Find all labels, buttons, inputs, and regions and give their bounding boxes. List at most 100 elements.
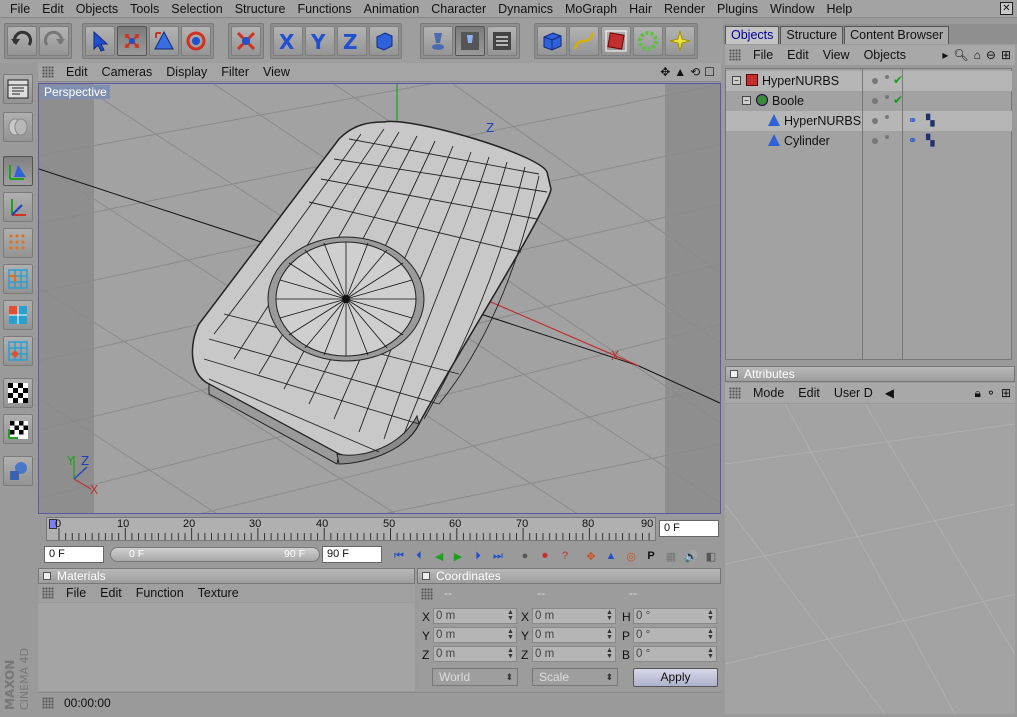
materials-list[interactable] xyxy=(38,603,415,691)
attributes-menu-edit[interactable]: Edit xyxy=(792,386,828,400)
materials-menu-texture[interactable]: Texture xyxy=(192,586,247,600)
menu-edit[interactable]: Edit xyxy=(36,0,70,18)
object-menu-view[interactable]: View xyxy=(817,48,858,62)
z-axis-lock-button[interactable]: Z xyxy=(337,26,367,56)
editor-visibility-dot[interactable] xyxy=(872,118,878,124)
end-frame-field[interactable]: 90 F xyxy=(322,546,382,563)
current-frame-field[interactable]: 0 F xyxy=(659,520,719,537)
rot-p-field[interactable]: 0 ° ▲ ▼ xyxy=(633,627,717,643)
home-icon[interactable]: ⌂ xyxy=(974,48,981,62)
menu-animation[interactable]: Animation xyxy=(358,0,426,18)
object-list[interactable]: − HyperNURBS ✔ − Boole ✔ HyperNURBS ⚭ ▚ … xyxy=(725,68,1012,360)
undo-button[interactable] xyxy=(7,26,37,56)
polygons-mode-button[interactable] xyxy=(3,300,33,330)
new-window-icon[interactable]: ⊞ xyxy=(1001,386,1011,401)
back-arrow-icon[interactable]: ◀ xyxy=(885,386,894,400)
spin-arrows-icon[interactable]: ▲ ▼ xyxy=(707,609,715,622)
spin-arrows-icon[interactable]: ▲ ▼ xyxy=(606,609,614,622)
live-selection-button[interactable] xyxy=(231,26,261,56)
point-level-icon[interactable]: ▦ xyxy=(662,548,680,564)
menu-selection[interactable]: Selection xyxy=(165,0,228,18)
menu-help[interactable]: Help xyxy=(821,0,859,18)
apply-button[interactable]: Apply xyxy=(633,668,718,687)
rotate-tool-button[interactable] xyxy=(181,26,211,56)
menu-window[interactable]: Window xyxy=(764,0,820,18)
materials-menu-file[interactable]: File xyxy=(60,586,94,600)
materials-collapse-icon[interactable] xyxy=(43,572,51,580)
menu-hair[interactable]: Hair xyxy=(623,0,658,18)
texture-tag-icon[interactable]: ▚ xyxy=(926,114,934,127)
object-menu-edit[interactable]: Edit xyxy=(781,48,817,62)
materials-grip-icon[interactable] xyxy=(42,587,54,599)
spin-arrows-icon[interactable]: ▲ ▼ xyxy=(707,647,715,660)
pos-y-field[interactable]: 0 m ▲ ▼ xyxy=(433,627,517,643)
redo-button[interactable] xyxy=(39,26,69,56)
editor-visibility-dot[interactable] xyxy=(872,78,878,84)
nurbs-button[interactable] xyxy=(601,26,631,56)
coordinate-system-button[interactable] xyxy=(369,26,399,56)
materials-menu-edit[interactable]: Edit xyxy=(94,586,130,600)
attributes-body[interactable] xyxy=(725,404,1015,714)
size-y-field[interactable]: 0 m ▲ ▼ xyxy=(532,627,616,643)
rotation-key-icon[interactable]: ◎ xyxy=(622,548,640,564)
play-icon[interactable]: ▶ xyxy=(449,548,467,564)
orbit-icon[interactable]: ⟲ xyxy=(690,65,700,79)
render-settings-button[interactable] xyxy=(487,26,517,56)
model-mode-button[interactable] xyxy=(3,192,33,222)
object-menu-file[interactable]: File xyxy=(747,48,781,62)
use-model-tool-button[interactable] xyxy=(3,74,33,104)
chain-icon[interactable]: ⚬ xyxy=(986,386,996,401)
menu-functions[interactable]: Functions xyxy=(291,0,357,18)
x-axis-lock-button[interactable]: X xyxy=(273,26,303,56)
render-view-button[interactable] xyxy=(423,26,453,56)
menu-file[interactable]: File xyxy=(4,0,36,18)
new-window-icon[interactable]: ⊞ xyxy=(1001,48,1011,62)
editor-visibility-dot[interactable] xyxy=(872,138,878,144)
start-frame-field[interactable]: 0 F xyxy=(44,546,104,563)
viewport-menu-view[interactable]: View xyxy=(257,65,298,79)
more-arrow-icon[interactable]: ▸ xyxy=(942,48,948,62)
spin-arrows-icon[interactable]: ▲ ▼ xyxy=(507,609,515,622)
autokey-icon[interactable]: ⏺ xyxy=(536,548,554,564)
render-visibility-dot[interactable] xyxy=(885,95,889,99)
previous-key-icon[interactable]: ⏴ xyxy=(410,548,428,564)
spin-arrows-icon[interactable]: ▲ ▼ xyxy=(507,647,515,660)
attributes-grip-icon[interactable] xyxy=(729,387,741,399)
editor-visibility-dot[interactable] xyxy=(872,98,878,104)
attributes-menu-user-data[interactable]: User D xyxy=(828,386,881,400)
render-visibility-dot[interactable] xyxy=(885,115,889,119)
column-divider[interactable] xyxy=(862,68,863,360)
viewport-menu-edit[interactable]: Edit xyxy=(60,65,96,79)
spin-arrows-icon[interactable]: ▲ ▼ xyxy=(606,628,614,641)
scale-key-icon[interactable]: ▲ xyxy=(602,548,620,564)
render-visibility-dot[interactable] xyxy=(885,75,889,79)
render-visibility-dot[interactable] xyxy=(885,135,889,139)
object-row-cylinder[interactable]: Cylinder ⚭ ▚ xyxy=(726,131,1012,151)
size-z-field[interactable]: 0 m ▲ ▼ xyxy=(532,646,616,662)
menu-render[interactable]: Render xyxy=(658,0,711,18)
rot-b-field[interactable]: 0 ° ▲ ▼ xyxy=(633,646,717,662)
object-menu-objects[interactable]: Objects xyxy=(858,48,914,62)
size-x-field[interactable]: 0 m ▲ ▼ xyxy=(532,608,616,624)
coordinates-grip-icon[interactable] xyxy=(421,588,433,600)
materials-menu-function[interactable]: Function xyxy=(130,586,192,600)
object-row-hypernurbs[interactable]: − HyperNURBS ✔ xyxy=(726,71,1012,91)
maximize-icon[interactable]: ☐ xyxy=(704,65,715,79)
keyframe-selection-icon[interactable]: ? xyxy=(556,548,574,564)
rot-h-field[interactable]: 0 ° ▲ ▼ xyxy=(633,608,717,624)
go-to-start-icon[interactable]: ⏮ xyxy=(390,548,408,564)
menu-plugins[interactable]: Plugins xyxy=(711,0,764,18)
perspective-viewport[interactable]: X Z Y Z X Perspective xyxy=(38,83,721,514)
phong-tag-icon[interactable]: ⚭ xyxy=(908,134,917,147)
go-to-end-icon[interactable]: ⏭ xyxy=(489,548,507,564)
menu-tools[interactable]: Tools xyxy=(124,0,165,18)
tab-content-browser[interactable]: Content Browser xyxy=(844,26,950,44)
timeline-settings-icon[interactable]: ◧ xyxy=(702,548,720,564)
column-divider[interactable] xyxy=(902,68,903,360)
scale-tool-button[interactable] xyxy=(149,26,179,56)
uv-mode-button[interactable] xyxy=(3,336,33,366)
primitive-cube-button[interactable] xyxy=(537,26,567,56)
deformer-button[interactable] xyxy=(665,26,695,56)
viewport-grip-icon[interactable] xyxy=(42,66,54,78)
collapse-icon[interactable]: − xyxy=(732,76,741,85)
